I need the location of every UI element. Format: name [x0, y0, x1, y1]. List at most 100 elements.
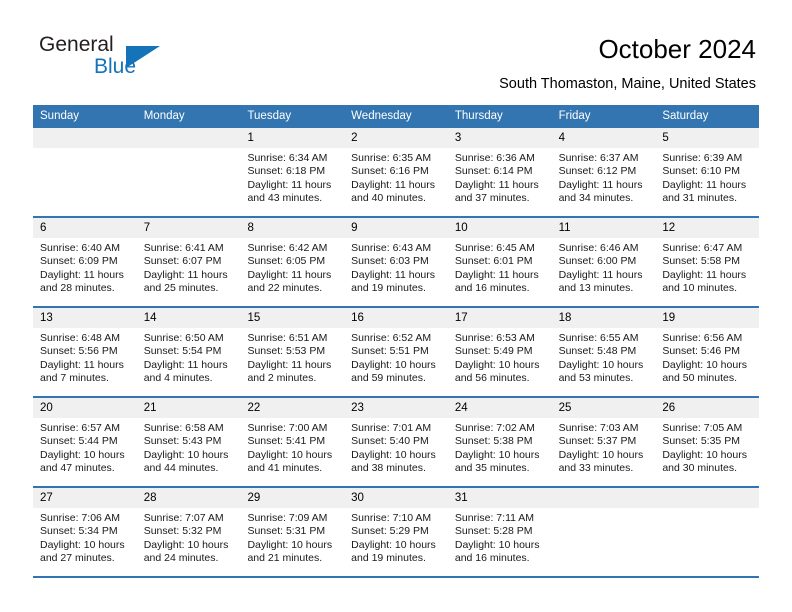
day-cell[interactable]: Sunrise: 6:57 AM Sunset: 5:44 PM Daylight:… [33, 418, 137, 486]
day-number[interactable]: 12 [655, 218, 759, 238]
day-cell[interactable]: Sunrise: 7:01 AM Sunset: 5:40 PM Daylight:… [344, 418, 448, 486]
day-cell[interactable]: Sunrise: 6:48 AM Sunset: 5:56 PM Daylight:… [33, 328, 137, 396]
day-number[interactable]: 21 [137, 398, 241, 418]
sunset-text: Sunset: 6:09 PM [40, 255, 118, 268]
day-number[interactable]: 23 [344, 398, 448, 418]
sunrise-text: Sunrise: 6:58 AM [143, 422, 224, 434]
day-number[interactable]: 31 [448, 488, 552, 508]
day-cell[interactable]: Sunrise: 6:45 AM Sunset: 6:01 PM Daylight:… [448, 238, 552, 306]
day-number[interactable]: 7 [137, 218, 241, 238]
day-number[interactable]: 3 [448, 128, 552, 148]
day-number[interactable]: 9 [344, 218, 448, 238]
day-number[interactable]: 4 [552, 128, 656, 148]
sunrise-text: Sunrise: 6:53 AM [454, 332, 535, 344]
day-cell[interactable]: Sunrise: 6:42 AM Sunset: 6:05 PM Daylight:… [240, 238, 344, 306]
day-cell[interactable]: Sunrise: 7:11 AM Sunset: 5:28 PM Daylight:… [448, 508, 552, 576]
day-number[interactable]: 10 [448, 218, 552, 238]
sunrise-text: Sunrise: 7:06 AM [40, 512, 120, 524]
day-cell[interactable]: Sunrise: 7:00 AM Sunset: 5:41 PM Daylight:… [240, 418, 344, 486]
day-number[interactable]: 16 [344, 308, 448, 328]
day-number[interactable]: 15 [240, 308, 344, 328]
sunrise-text: Sunrise: 6:34 AM [247, 152, 328, 164]
sunrise-text: Sunrise: 6:39 AM [662, 152, 743, 164]
sunset-text: Sunset: 5:31 PM [247, 525, 326, 538]
general-blue-logo[interactable]: General Blue [34, 33, 214, 81]
day-cell[interactable]: Sunrise: 7:06 AM Sunset: 5:34 PM Daylight:… [33, 508, 137, 576]
weekday-header-tuesday: Tuesday [247, 110, 292, 122]
day-number[interactable]: 20 [33, 398, 137, 418]
day-number[interactable]: 19 [655, 308, 759, 328]
day-cell[interactable]: Sunrise: 7:07 AM Sunset: 5:32 PM Daylight:… [137, 508, 241, 576]
daylight-text-line1: Daylight: 11 hours [247, 178, 332, 191]
daylight-text-line2: and 13 minutes. [558, 282, 634, 295]
daylight-text-line2: and 34 minutes. [558, 192, 634, 205]
daylight-text-line2: and 41 minutes. [247, 462, 323, 475]
daylight-text-line1: Daylight: 10 hours [351, 538, 436, 551]
day-number[interactable]: 2 [344, 128, 448, 148]
weekday-header-wednesday: Wednesday [351, 110, 412, 122]
calendar-page: General Blue October 2024 South Thomasto… [0, 0, 792, 612]
day-cell[interactable]: Sunrise: 6:39 AM Sunset: 6:10 PM Daylight:… [655, 148, 759, 216]
day-number[interactable]: 14 [137, 308, 241, 328]
day-number[interactable]: 6 [33, 218, 137, 238]
day-number[interactable]: 25 [552, 398, 656, 418]
page-title: October 2024 [598, 34, 756, 64]
sunrise-text: Sunrise: 6:50 AM [143, 332, 224, 344]
day-number[interactable]: 8 [240, 218, 344, 238]
day-cell[interactable]: Sunrise: 6:43 AM Sunset: 6:03 PM Daylight:… [344, 238, 448, 306]
day-number[interactable]: 22 [240, 398, 344, 418]
day-number[interactable]: 27 [33, 488, 137, 508]
day-cell[interactable]: Sunrise: 6:52 AM Sunset: 5:51 PM Daylight:… [344, 328, 448, 396]
day-number[interactable]: 5 [655, 128, 759, 148]
sunset-text: Sunset: 6:12 PM [558, 165, 637, 178]
daylight-text-line2: and 28 minutes. [40, 282, 115, 295]
day-cell[interactable]: Sunrise: 6:34 AM Sunset: 6:18 PM Daylight:… [240, 148, 344, 216]
day-cell[interactable]: Sunrise: 6:37 AM Sunset: 6:12 PM Daylight:… [552, 148, 656, 216]
day-detail-row: Sunrise: 6:57 AM Sunset: 5:44 PM Daylight:… [33, 418, 759, 486]
day-cell[interactable]: Sunrise: 6:36 AM Sunset: 6:14 PM Daylight:… [448, 148, 552, 216]
daylight-text-line1: Daylight: 11 hours [454, 178, 539, 191]
day-number[interactable]: 29 [240, 488, 344, 508]
sunset-text: Sunset: 5:35 PM [662, 435, 740, 448]
day-number[interactable]: 13 [33, 308, 137, 328]
day-cell[interactable]: Sunrise: 6:53 AM Sunset: 5:49 PM Daylight:… [448, 328, 552, 396]
day-cell[interactable]: Sunrise: 7:10 AM Sunset: 5:29 PM Daylight:… [344, 508, 448, 576]
day-cell[interactable]: Sunrise: 6:51 AM Sunset: 5:53 PM Daylight:… [240, 328, 344, 396]
day-cell[interactable]: Sunrise: 7:03 AM Sunset: 5:37 PM Daylight:… [552, 418, 656, 486]
day-number[interactable]: 24 [448, 398, 552, 418]
day-number[interactable]: 18 [552, 308, 656, 328]
daylight-text-line1: Daylight: 11 hours [662, 268, 747, 281]
daylight-text-line2: and 43 minutes. [247, 192, 323, 205]
day-number[interactable]: 11 [552, 218, 656, 238]
day-number[interactable]: 26 [655, 398, 759, 418]
day-cell[interactable]: Sunrise: 7:02 AM Sunset: 5:38 PM Daylight:… [448, 418, 552, 486]
day-cell-empty [33, 148, 137, 216]
daylight-text-line1: Daylight: 10 hours [454, 448, 540, 461]
day-cell[interactable]: Sunrise: 6:58 AM Sunset: 5:43 PM Daylight:… [137, 418, 241, 486]
day-cell[interactable]: Sunrise: 6:55 AM Sunset: 5:48 PM Daylight:… [552, 328, 656, 396]
day-cell[interactable]: Sunrise: 6:41 AM Sunset: 6:07 PM Daylight:… [137, 238, 241, 306]
logo-text-general: General [39, 33, 114, 56]
day-cell[interactable]: Sunrise: 6:35 AM Sunset: 6:16 PM Daylight:… [344, 148, 448, 216]
daylight-text-line2: and 31 minutes. [662, 192, 738, 205]
day-cell[interactable]: Sunrise: 6:40 AM Sunset: 6:09 PM Daylight:… [33, 238, 137, 306]
day-number[interactable]: 17 [448, 308, 552, 328]
sunrise-text: Sunrise: 6:40 AM [40, 242, 120, 254]
day-number[interactable]: 28 [137, 488, 241, 508]
day-number[interactable]: 30 [344, 488, 448, 508]
day-cell-empty [655, 508, 759, 576]
day-cell[interactable]: Sunrise: 7:05 AM Sunset: 5:35 PM Daylight:… [655, 418, 759, 486]
day-number-empty [137, 128, 241, 148]
day-cell[interactable]: Sunrise: 7:09 AM Sunset: 5:31 PM Daylight:… [240, 508, 344, 576]
day-cell[interactable]: Sunrise: 6:47 AM Sunset: 5:58 PM Daylight:… [655, 238, 759, 306]
day-cell[interactable]: Sunrise: 6:50 AM Sunset: 5:54 PM Daylight:… [137, 328, 241, 396]
sunset-text: Sunset: 5:51 PM [351, 345, 429, 358]
daylight-text-line2: and 50 minutes. [662, 372, 738, 385]
sunrise-text: Sunrise: 6:47 AM [662, 242, 743, 254]
daylight-text-line2: and 25 minutes. [143, 282, 219, 295]
daylight-text-line1: Daylight: 11 hours [40, 358, 124, 371]
day-cell[interactable]: Sunrise: 6:46 AM Sunset: 6:00 PM Daylight:… [552, 238, 656, 306]
day-cell[interactable]: Sunrise: 6:56 AM Sunset: 5:46 PM Daylight:… [655, 328, 759, 396]
sunrise-text: Sunrise: 7:07 AM [143, 512, 224, 524]
day-number[interactable]: 1 [240, 128, 344, 148]
